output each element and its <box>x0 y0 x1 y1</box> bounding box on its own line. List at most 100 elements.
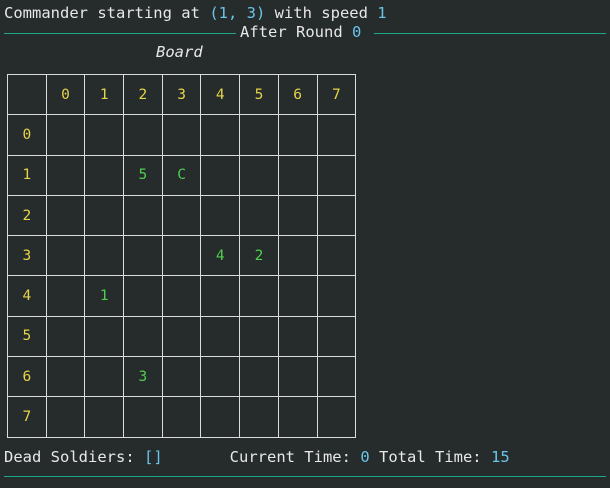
board-cell <box>123 396 163 438</box>
row-header: 3 <box>7 235 47 277</box>
column-header: 0 <box>45 73 86 116</box>
board-corner-cell <box>7 73 47 116</box>
row-header: 1 <box>7 154 47 196</box>
board-cell <box>84 154 125 196</box>
board-cell <box>200 315 241 358</box>
commander-prefix: Commander starting at <box>4 4 210 22</box>
board-cell <box>45 275 86 317</box>
board-cell <box>277 114 318 156</box>
board-cell <box>277 396 318 438</box>
board-cell <box>123 315 163 358</box>
board-cell <box>200 154 241 196</box>
row-header: 2 <box>7 194 47 237</box>
board-cell <box>161 315 202 358</box>
board-cell <box>277 275 318 317</box>
board-cell <box>161 275 202 317</box>
current-time-label: Current Time: <box>229 448 361 466</box>
commander-cell: C <box>161 154 202 196</box>
current-time-value: 0 <box>360 448 370 466</box>
board-cell <box>316 275 357 317</box>
board-cell <box>84 315 125 358</box>
board-cell <box>84 396 125 438</box>
board-cell <box>123 194 163 237</box>
board-cell <box>239 356 279 398</box>
dead-soldiers-value: [] <box>143 448 163 466</box>
board-row: 41 <box>7 275 357 317</box>
board-row: 2 <box>7 194 357 237</box>
board-row: 0 <box>7 114 357 156</box>
board-cell <box>45 235 86 277</box>
board-title: Board <box>156 43 203 61</box>
total-time-value: 15 <box>490 448 510 466</box>
board-cell <box>161 235 202 277</box>
commander-status-line: Commander starting at (1, 3) with speed … <box>4 3 387 23</box>
board-cell <box>45 154 86 196</box>
soldier-cell: 1 <box>84 275 125 317</box>
column-header: 3 <box>161 73 202 116</box>
column-header: 4 <box>200 73 241 116</box>
row-header: 0 <box>7 114 47 156</box>
board-cell <box>316 154 357 196</box>
board-cell <box>277 235 318 277</box>
board-cell <box>161 114 202 156</box>
board-cell <box>316 356 357 398</box>
board-cell <box>316 114 357 156</box>
board-row: 5 <box>7 315 357 358</box>
board-cell <box>161 194 202 237</box>
commander-position: (1, 3) <box>209 4 266 22</box>
board-cell <box>84 114 125 156</box>
board-cell <box>277 356 318 398</box>
board-grid: 01234567015C2342415637 <box>7 73 357 438</box>
total-time-label: Total Time: <box>369 448 491 466</box>
board-cell <box>239 194 279 237</box>
column-header: 7 <box>316 73 357 116</box>
board-cell <box>45 315 86 358</box>
board-cell <box>123 275 163 317</box>
board-row: 7 <box>7 396 357 438</box>
board-cell <box>277 194 318 237</box>
board-row: 63 <box>7 356 357 398</box>
round-rule-right <box>374 33 606 34</box>
round-label: After Round <box>240 23 352 41</box>
game-status-line: Dead Soldiers: [] Current Time: 0 Total T… <box>4 447 510 467</box>
board-cell <box>84 235 125 277</box>
board-cell <box>45 356 86 398</box>
board-cell <box>200 356 241 398</box>
board-cell <box>239 315 279 358</box>
commander-speed: 1 <box>377 4 387 22</box>
board-cell <box>316 194 357 237</box>
column-header: 5 <box>239 73 279 116</box>
commander-middle: with speed <box>265 4 378 22</box>
board-cell <box>239 275 279 317</box>
board-cell <box>45 194 86 237</box>
soldier-cell: 2 <box>239 235 279 277</box>
board-cell <box>45 114 86 156</box>
board-cell <box>45 396 86 438</box>
board-header-row: 01234567 <box>7 73 357 116</box>
soldier-cell: 3 <box>123 356 163 398</box>
board-cell <box>123 235 163 277</box>
board-cell <box>200 194 241 237</box>
board-cell <box>316 235 357 277</box>
board-cell <box>200 275 241 317</box>
soldier-cell: 4 <box>200 235 241 277</box>
board-cell <box>277 154 318 196</box>
board-row: 1 5C <box>7 154 357 196</box>
row-header: 6 <box>7 356 47 398</box>
column-header: 2 <box>123 73 163 116</box>
board-cell <box>316 396 357 438</box>
dead-soldiers-label: Dead Soldiers: <box>4 448 144 466</box>
row-header: 4 <box>7 275 47 317</box>
board-cell <box>316 315 357 358</box>
round-rule-left <box>4 33 238 34</box>
board-cell <box>239 114 279 156</box>
board-cell <box>84 356 125 398</box>
board-cell <box>84 194 125 237</box>
board-cell <box>161 356 202 398</box>
row-header: 5 <box>7 315 47 358</box>
soldier-cell: 5 <box>123 154 163 196</box>
board-cell <box>200 114 241 156</box>
board-cell <box>161 396 202 438</box>
column-header: 1 <box>84 73 125 116</box>
board-row: 3 42 <box>7 235 357 277</box>
